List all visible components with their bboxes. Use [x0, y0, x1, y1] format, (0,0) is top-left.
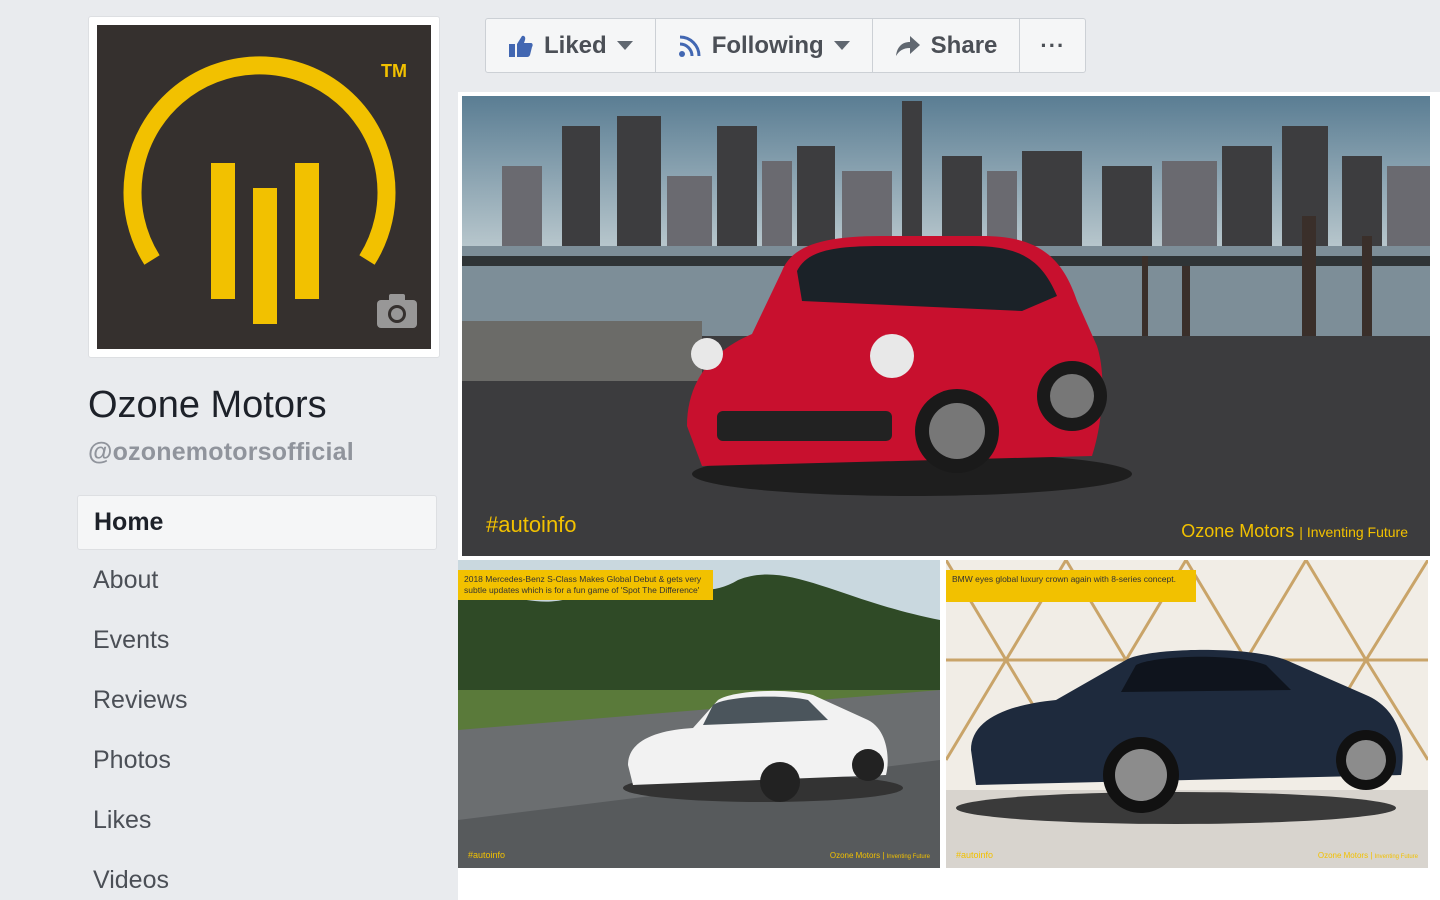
camera-icon[interactable] — [375, 291, 419, 331]
mercedes-brand: Ozone Motors | Inventing Future — [830, 851, 930, 860]
brand-separator: | — [1299, 524, 1307, 540]
chevron-down-icon — [833, 41, 850, 50]
page-action-bar: Liked Following Share ··· — [485, 18, 1087, 73]
more-dots-icon: ··· — [1040, 32, 1066, 58]
hero-brand-name: Ozone Motors — [1181, 521, 1295, 541]
liked-label: Liked — [544, 31, 607, 59]
bmw-brand-tagline: Inventing Future — [1374, 854, 1418, 860]
rss-icon — [678, 35, 701, 57]
nav-item-likes[interactable]: Likes — [77, 790, 437, 850]
bmw-caption-note: BMW eyes global luxury crown again with … — [946, 570, 1196, 602]
photo-grid: #autoinfo Ozone Motors | Inventing Futur… — [458, 92, 1440, 900]
nav-item-photos[interactable]: Photos — [77, 730, 437, 790]
hero-brand-tagline: Inventing Future — [1306, 524, 1408, 540]
bmw-photo[interactable]: BMW eyes global luxury crown again with … — [946, 560, 1428, 868]
mercedes-photo[interactable]: 2018 Mercedes-Benz S-Class Makes Global … — [458, 560, 940, 868]
left-column: TM Ozone Motors @ozonemotorsofficial Hom… — [0, 0, 458, 900]
mercedes-brand-name: Ozone Motors — [829, 851, 881, 860]
hero-brand: Ozone Motors | Inventing Future — [1181, 521, 1408, 542]
mercedes-caption-note: 2018 Mercedes-Benz S-Class Makes Global … — [458, 570, 713, 600]
nav-item-about[interactable]: About — [77, 550, 437, 610]
mercedes-s-class-image — [458, 560, 940, 868]
share-label: Share — [930, 31, 998, 59]
hero-photo[interactable]: #autoinfo Ozone Motors | Inventing Futur… — [462, 96, 1430, 556]
share-arrow-icon — [895, 35, 920, 56]
thumbs-up-icon — [509, 35, 533, 57]
nav-item-reviews[interactable]: Reviews — [77, 670, 437, 730]
bmw-brand: Ozone Motors | Inventing Future — [1318, 851, 1418, 860]
ozone-logo: TM — [97, 25, 431, 349]
trademark-label: TM — [381, 61, 407, 81]
liked-button[interactable]: Liked — [486, 19, 656, 72]
nav-item-events[interactable]: Events — [77, 610, 437, 670]
bmw-brand-name: Ozone Motors — [1317, 851, 1369, 860]
following-button[interactable]: Following — [656, 19, 873, 72]
hero-hashtag: #autoinfo — [486, 512, 577, 537]
profile-picture[interactable]: TM — [88, 16, 440, 358]
page-nav: Home About Events Reviews Photos Likes V… — [77, 495, 437, 900]
bmw-hashtag: #autoinfo — [956, 850, 994, 860]
share-button[interactable]: Share — [873, 19, 1021, 72]
fiat-500-city-image — [462, 96, 1430, 556]
following-label: Following — [711, 31, 824, 59]
nav-item-home[interactable]: Home — [77, 495, 437, 550]
mercedes-brand-tagline: Inventing Future — [886, 854, 930, 860]
mercedes-hashtag: #autoinfo — [468, 850, 506, 860]
bmw-8-series-concept-image — [946, 560, 1428, 868]
page-title[interactable]: Ozone Motors — [88, 384, 327, 427]
nav-item-videos[interactable]: Videos — [77, 850, 437, 900]
chevron-down-icon — [616, 41, 633, 50]
page-handle[interactable]: @ozonemotorsofficial — [88, 438, 354, 467]
more-options-button[interactable]: ··· — [1020, 19, 1085, 72]
